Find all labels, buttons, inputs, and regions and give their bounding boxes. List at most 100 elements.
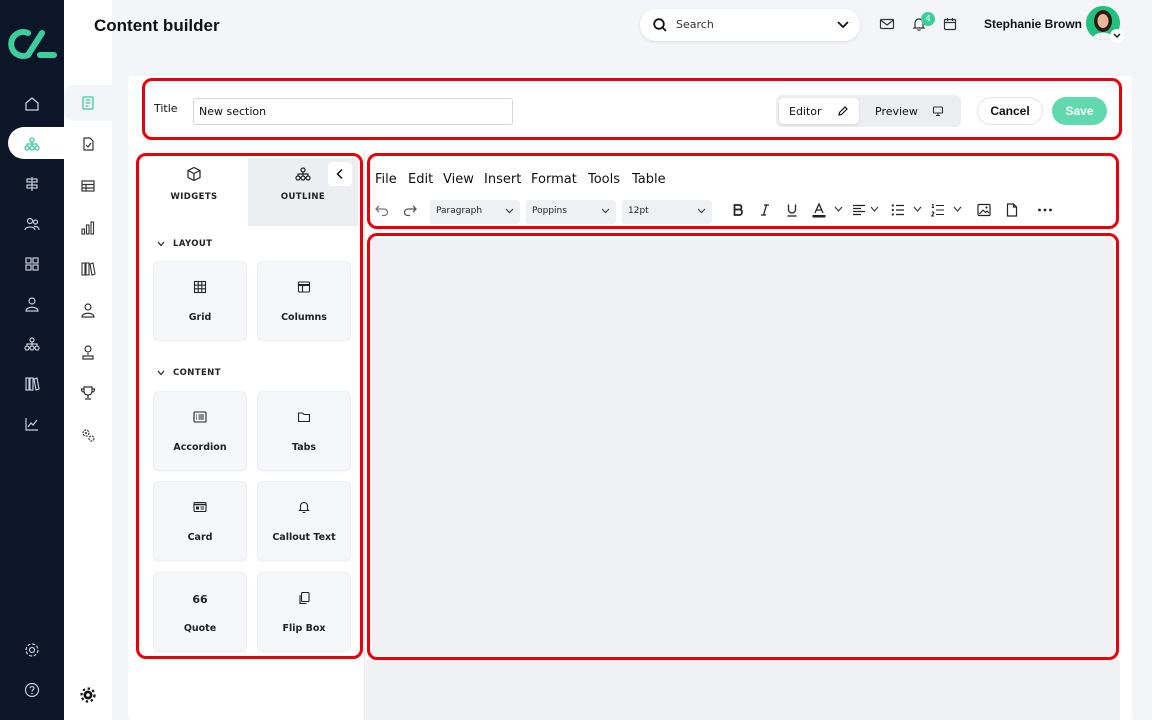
chevron-down-icon (157, 370, 165, 375)
menu-table[interactable]: Table (632, 172, 666, 187)
search-icon (652, 17, 668, 33)
widget-accordion[interactable]: Accordion (153, 391, 247, 471)
copy-icon (299, 591, 310, 605)
menu-format[interactable]: Format (531, 172, 577, 187)
quote-icon: 66 (192, 593, 208, 606)
search-box[interactable]: Search (640, 9, 860, 41)
underline-icon[interactable] (784, 202, 800, 218)
block-format-select[interactable]: Paragraph (430, 200, 520, 224)
font-family-select[interactable]: Poppins (526, 200, 616, 224)
save-button[interactable]: Save (1052, 97, 1107, 125)
bullet-list-icon[interactable] (890, 202, 906, 218)
widget-card[interactable]: Card (153, 481, 247, 561)
widget-callout-text[interactable]: Callout Text (257, 481, 351, 561)
monitor-icon (932, 106, 944, 117)
calendar-icon[interactable] (942, 16, 960, 34)
brand-logo-icon[interactable] (6, 24, 58, 64)
text-color-icon[interactable] (811, 202, 827, 218)
hierarchy-icon (295, 167, 311, 181)
panel-divider (364, 150, 365, 720)
section-layout-header[interactable]: LAYOUT (157, 239, 212, 249)
preview-mode-button[interactable]: Preview (866, 98, 956, 124)
cube-icon (187, 166, 201, 182)
route-icon[interactable] (20, 172, 44, 196)
widget-callout-label: Callout Text (272, 532, 336, 543)
folder-icon (297, 412, 311, 423)
secondary-nav (64, 0, 112, 720)
bullet-list-chevron-icon[interactable] (913, 206, 922, 213)
editor-content-area[interactable] (372, 238, 1114, 656)
text-color-chevron-icon[interactable] (834, 206, 843, 213)
numbered-list-chevron-icon[interactable] (953, 206, 962, 213)
font-size-select[interactable]: 12pt (622, 200, 712, 224)
numbered-list-icon[interactable] (930, 202, 946, 218)
notification-count-badge: 4 (921, 12, 935, 26)
tab-widgets[interactable]: WIDGETS (140, 158, 248, 226)
bell-icon (298, 501, 310, 514)
menu-tools[interactable]: Tools (588, 172, 620, 187)
editor-mode-label: Editor (789, 105, 822, 118)
menu-edit[interactable]: Edit (408, 172, 433, 187)
align-icon[interactable] (851, 202, 867, 218)
person-icon[interactable] (76, 298, 100, 322)
org-chart-icon[interactable] (20, 332, 44, 356)
gears-icon[interactable] (76, 423, 100, 447)
users-icon[interactable] (20, 212, 44, 236)
columns-icon (297, 281, 311, 293)
card-icon (193, 501, 207, 513)
content-page-icon[interactable] (76, 91, 100, 115)
section-content-header[interactable]: CONTENT (157, 368, 221, 378)
home-icon[interactable] (20, 92, 44, 116)
title-input[interactable] (193, 98, 513, 125)
align-chevron-icon[interactable] (870, 206, 879, 213)
sitemap-icon[interactable] (20, 132, 44, 156)
user-name[interactable]: Stephanie Brown (984, 17, 1082, 31)
widget-accordion-label: Accordion (173, 442, 227, 453)
editor-mode-button[interactable]: Editor (779, 98, 859, 124)
widget-tabs[interactable]: Tabs (257, 391, 351, 471)
cancel-button[interactable]: Cancel (977, 97, 1043, 125)
title-label: Title (154, 102, 178, 115)
user-badge-icon[interactable] (76, 340, 100, 364)
document-icon[interactable] (1004, 202, 1020, 218)
mail-icon[interactable] (879, 16, 897, 34)
redo-icon[interactable] (402, 202, 418, 218)
gear-icon[interactable] (76, 683, 100, 707)
document-check-icon[interactable] (76, 132, 100, 156)
editor-footer-area (366, 660, 1120, 720)
image-icon[interactable] (976, 202, 992, 218)
italic-icon[interactable] (757, 202, 773, 218)
avatar-chevron-down-icon[interactable] (1110, 29, 1124, 43)
help-icon[interactable] (20, 678, 44, 702)
analytics-icon[interactable] (20, 412, 44, 436)
user-icon[interactable] (20, 292, 44, 316)
pencil-icon (838, 106, 848, 116)
settings-icon[interactable] (20, 638, 44, 662)
bar-chart-icon[interactable] (76, 216, 100, 240)
chevron-down-icon (157, 241, 165, 246)
menu-insert[interactable]: Insert (484, 172, 521, 187)
widget-columns[interactable]: Columns (257, 261, 351, 341)
widget-grid[interactable]: Grid (153, 261, 247, 341)
more-options-icon[interactable] (1037, 202, 1053, 218)
widget-quote[interactable]: 66 Quote (153, 572, 247, 652)
grid-icon (193, 280, 207, 294)
chevron-left-icon (336, 168, 343, 180)
menu-file[interactable]: File (375, 172, 397, 187)
chevron-down-icon[interactable] (836, 19, 850, 31)
books-icon[interactable] (76, 257, 100, 281)
search-input[interactable]: Search (676, 18, 714, 31)
bold-icon[interactable] (730, 202, 746, 218)
collapse-panel-button[interactable] (328, 162, 352, 186)
apps-grid-icon[interactable] (20, 252, 44, 276)
table-icon[interactable] (76, 174, 100, 198)
library-icon[interactable] (20, 372, 44, 396)
widget-flip-box[interactable]: Flip Box (257, 572, 351, 652)
tab-outline-label: OUTLINE (280, 192, 326, 202)
menu-view[interactable]: View (443, 172, 474, 187)
page-title: Content builder (94, 16, 220, 35)
tab-widgets-label: WIDGETS (170, 192, 218, 202)
undo-icon[interactable] (374, 202, 390, 218)
trophy-icon[interactable] (76, 381, 100, 405)
widget-columns-label: Columns (281, 312, 327, 323)
